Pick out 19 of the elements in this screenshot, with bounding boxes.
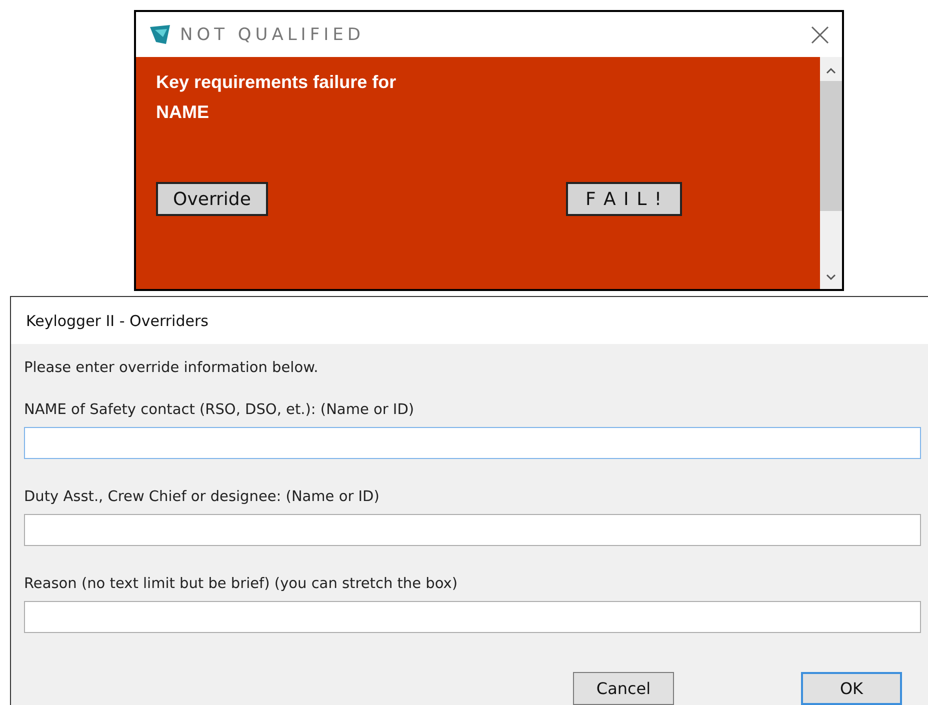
input-field[interactable] xyxy=(24,427,921,459)
scroll-thumb[interactable] xyxy=(820,81,842,211)
close-icon xyxy=(810,24,830,44)
override-button[interactable]: Override xyxy=(156,182,268,216)
field-label: Duty Asst., Crew Chief or designee: (Name or ID) xyxy=(24,488,380,507)
input-field[interactable] xyxy=(24,601,921,633)
window-title: Keylogger II - Overriders xyxy=(26,312,208,330)
instruction-text: Please enter override information below. xyxy=(24,359,320,378)
logo-icon xyxy=(148,24,172,46)
ok-button[interactable]: OK xyxy=(801,672,902,705)
field-label: NAME of Safety contact (RSO, DSO, et.): (Name or ID) xyxy=(24,401,416,420)
input-field[interactable] xyxy=(24,514,921,546)
field-label: Reason (no text limit but be brief) (you can stretch the box) xyxy=(24,575,459,594)
cancel-button[interactable]: Cancel xyxy=(573,672,674,705)
scrollbar[interactable] xyxy=(820,57,842,289)
failure-message: Key requirements failure for NAME xyxy=(156,71,398,124)
window-title: NOT QUALIFIED xyxy=(180,24,366,44)
fail-button[interactable]: F A I L ! xyxy=(566,182,682,216)
close-button[interactable] xyxy=(810,24,830,44)
